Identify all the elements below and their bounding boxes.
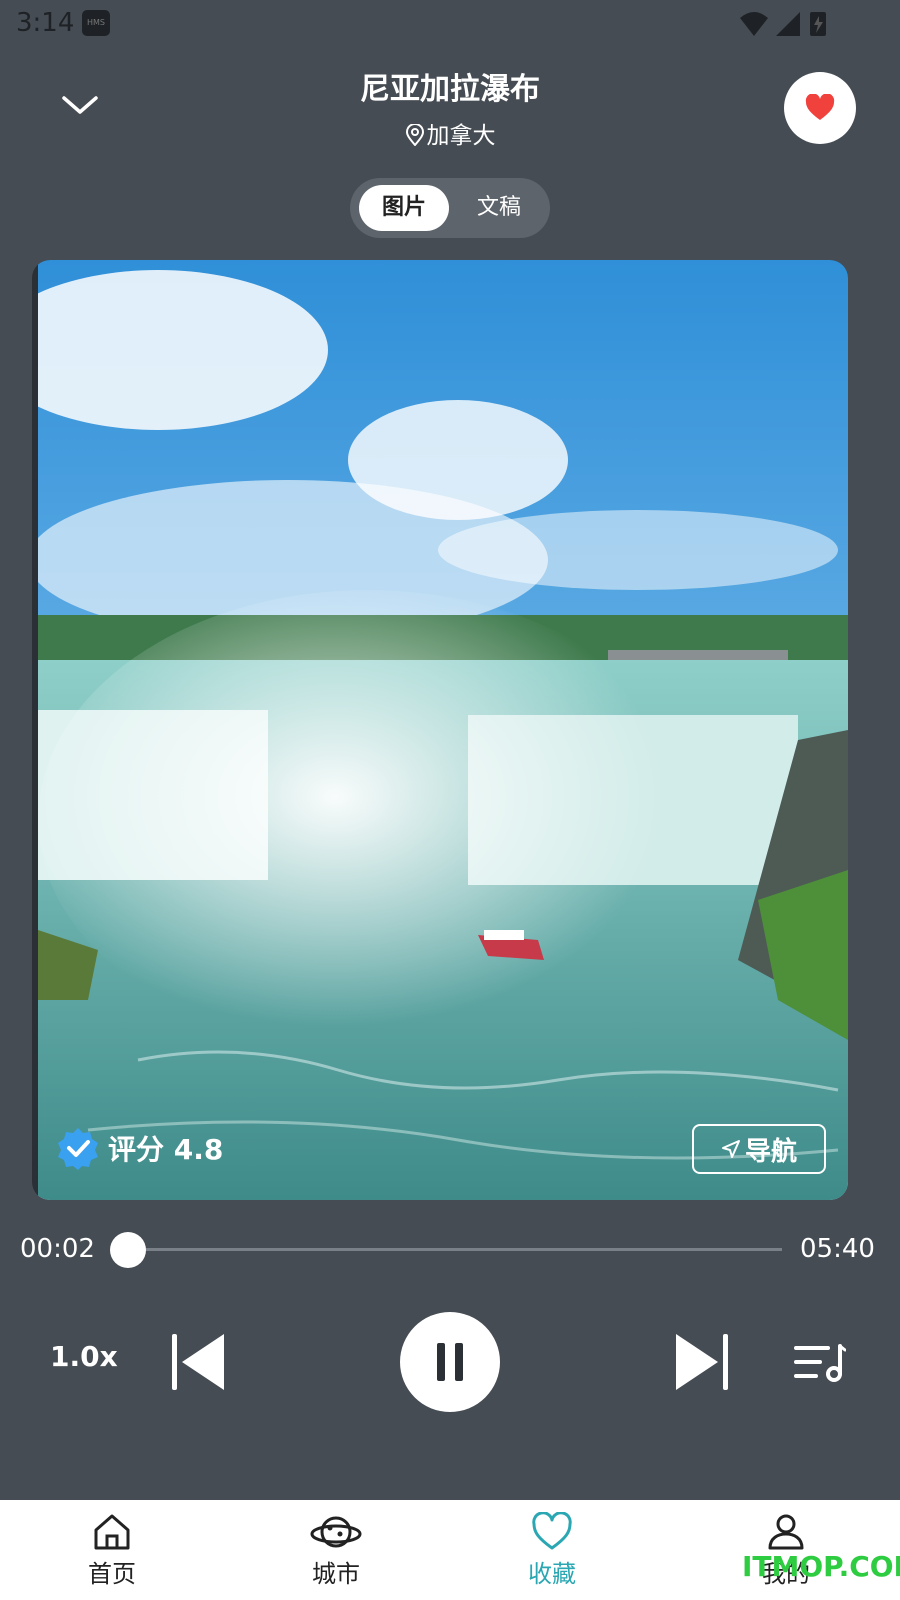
status-bar: 3:14 HMS [0,0,900,50]
attraction-image-card [32,260,848,1200]
playback-speed-button[interactable]: 1.0x [50,1340,118,1373]
signal-icon [776,12,800,36]
hms-badge: HMS [82,10,110,36]
total-time: 05:40 [800,1234,875,1264]
location-label: 加拿大 [426,123,496,149]
current-time: 00:02 [20,1234,95,1264]
tab-home[interactable]: 首页 [52,1512,172,1589]
location-pin-icon [405,123,424,147]
rating-label: 评分 4.8 [108,1133,224,1166]
previous-track-icon[interactable] [170,1330,230,1394]
pause-button[interactable] [400,1312,500,1412]
status-icons [740,12,826,36]
home-icon [94,1514,130,1550]
watermark: ITMOP.COM [742,1550,900,1583]
tab-city-label: 城市 [312,1560,360,1588]
progress-track[interactable] [124,1248,782,1251]
navigation-arrow-icon [721,1140,740,1158]
navigate-button[interactable]: 导航 [692,1124,826,1174]
location-line: 加拿大 [0,116,900,150]
planet-icon [310,1516,362,1548]
rating-badge: 评分 4.8 [56,1126,223,1170]
tab-pictures[interactable]: 图片 [359,185,449,231]
tab-home-label: 首页 [88,1560,136,1588]
heart-icon [805,94,835,120]
niagara-falls-photo [38,260,848,1200]
navigate-label: 导航 [744,1136,797,1167]
favorite-button[interactable] [784,72,856,144]
tab-favorites-label: 收藏 [528,1560,576,1588]
playlist-icon[interactable] [794,1342,846,1382]
verified-icon [58,1128,98,1170]
next-track-icon[interactable] [670,1330,730,1394]
user-icon [768,1514,804,1550]
heart-outline-icon [532,1512,572,1550]
tab-transcript[interactable]: 文稿 [454,185,544,231]
page-title: 尼亚加拉瀑布 [360,72,540,107]
progress-knob[interactable] [109,1232,146,1268]
status-time: 3:14 [16,8,75,38]
tab-favorites[interactable]: 收藏 [492,1512,612,1589]
wifi-icon [740,12,768,36]
view-toggle: 图片 文稿 [350,178,550,238]
tab-city[interactable]: 城市 [276,1512,396,1589]
pause-icon [437,1343,463,1381]
